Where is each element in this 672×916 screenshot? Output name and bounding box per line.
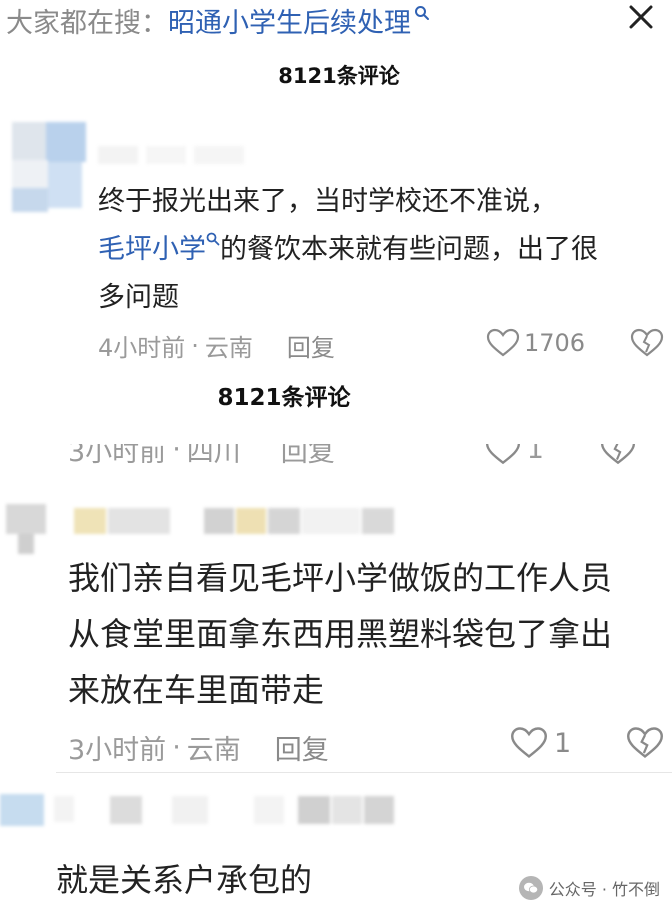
divider (56, 772, 672, 773)
like-count: 1706 (524, 329, 586, 357)
separator: · (191, 331, 199, 360)
comment-line: 毛坪小学 的餐饮本来就有些问题，出了很 (98, 226, 598, 274)
separator: · (172, 732, 181, 763)
comment-line: 就是关系户承包的 (56, 861, 313, 899)
comment-line: 我们亲自看见毛坪小学做饭的工作人员 (68, 559, 613, 597)
watermark-text: 公众号 · 竹不倒 (548, 880, 660, 899)
broken-heart-icon[interactable] (630, 328, 664, 358)
school-link[interactable]: 毛坪小学 (98, 234, 206, 265)
reply-button[interactable]: 回复 (287, 328, 335, 363)
search-icon (206, 232, 220, 246)
like-button[interactable]: 1706 (486, 328, 585, 358)
reply-button[interactable]: 回复 (281, 444, 335, 466)
comment-line: 终于报光出来了，当时学校还不准说， (98, 186, 557, 217)
username (98, 146, 248, 168)
username (54, 796, 414, 826)
separator: · (172, 444, 181, 465)
comment-line: 多问题 (98, 282, 179, 313)
comment-text-rest: 的餐饮本来就有些问题，出了很 (220, 234, 598, 265)
search-query-link[interactable]: 昭通小学生后续处理 (168, 1, 411, 40)
comment-time: 3小时前 (68, 735, 167, 766)
comment-meta-cutoff: 3小时前 · 四川 回复 1 (68, 444, 672, 466)
avatar (6, 504, 48, 556)
comment-location: 云南 (186, 735, 241, 766)
comment-time: 3小时前 (68, 444, 167, 466)
heart-outline-icon (485, 444, 520, 464)
comment-time: 4小时前 (98, 334, 186, 362)
like-count: 1 (554, 727, 572, 759)
comment-text: 就是关系户承包的 (56, 852, 312, 908)
avatar (12, 122, 86, 214)
heart-outline-icon (511, 727, 547, 758)
close-icon[interactable] (628, 4, 654, 30)
username (74, 508, 404, 536)
heart-outline-icon (486, 328, 520, 357)
like-count: 1 (526, 444, 544, 465)
comment-count-title-overlay: 8121条评论 (217, 385, 351, 411)
comment-line: 来放在车里面带走 (68, 671, 325, 709)
comment-meta: 3小时前 · 云南 回复 (68, 728, 329, 767)
comment-line: 从食堂里面拿东西用黑塑料袋包了拿出 (68, 615, 613, 653)
search-suggestion-bar[interactable]: 大家都在搜： 昭通小学生后续处理 (6, 0, 430, 42)
comment-text: 我们亲自看见毛坪小学做饭的工作人员 从食堂里面拿东西用黑塑料袋包了拿出 来放在车… (68, 550, 612, 718)
search-icon (415, 6, 429, 20)
like-button[interactable]: 1 (485, 444, 544, 466)
comment-location: 四川 (186, 444, 241, 466)
avatar (0, 794, 44, 828)
search-prefix: 大家都在搜： (6, 7, 168, 39)
comment-location: 云南 (204, 334, 253, 362)
watermark: 公众号 · 竹不倒 (518, 876, 660, 900)
reply-button[interactable]: 回复 (275, 728, 329, 767)
like-button[interactable]: 1 (510, 726, 571, 760)
broken-heart-icon[interactable] (600, 444, 636, 466)
comment-text: 终于报光出来了，当时学校还不准说， 毛坪小学 的餐饮本来就有些问题，出了很 多问题 (98, 178, 598, 322)
wechat-icon (518, 876, 543, 900)
comment-meta: 4小时前 · 云南 回复 (98, 328, 335, 363)
comment-count-title: 8121条评论 (278, 64, 400, 88)
broken-heart-icon[interactable] (626, 726, 664, 760)
